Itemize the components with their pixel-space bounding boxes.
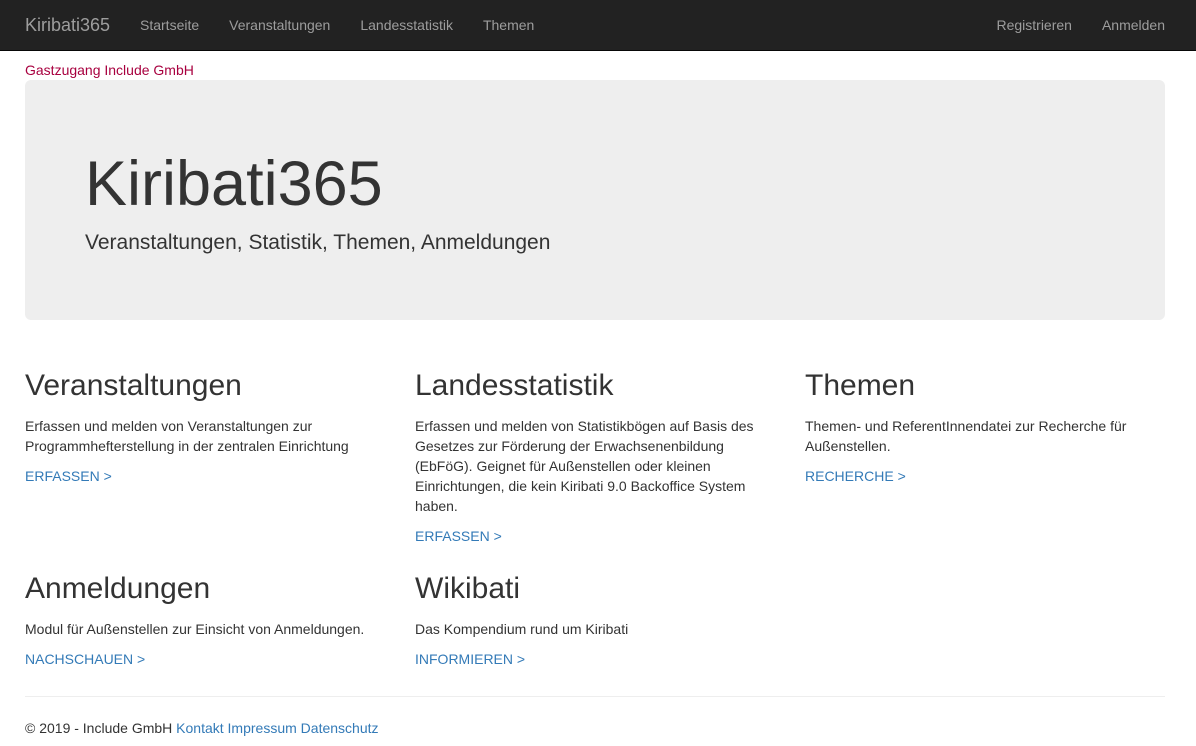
nav-item-startseite[interactable]: Startseite (140, 15, 199, 35)
jumbotron-subtitle: Veranstaltungen, Statistik, Themen, Anme… (85, 231, 551, 254)
footer: © 2019 - Include GmbH Kontakt Impressum … (25, 718, 379, 738)
nav-item-themen[interactable]: Themen (483, 15, 534, 35)
nav-left: Startseite Veranstaltungen Landesstatist… (140, 15, 564, 35)
card-text: Themen- und ReferentInnendatei zur Reche… (805, 418, 1127, 454)
card-wikibati: Wikibati Das Kompendium rund um Kiribati… (415, 571, 775, 669)
nav-right: Registrieren Anmelden (966, 15, 1165, 35)
card-title: Anmeldungen (25, 572, 211, 605)
nav-item-veranstaltungen[interactable]: Veranstaltungen (229, 15, 330, 35)
footer-link-datenschutz[interactable]: Datenschutz (301, 720, 379, 736)
nav-item-registrieren[interactable]: Registrieren (996, 15, 1071, 35)
jumbotron-title: Kiribati365 (85, 149, 383, 219)
brand-link[interactable]: Kiribati365 (25, 13, 110, 37)
card-text: Das Kompendium rund um Kiribati (415, 621, 629, 637)
jumbotron: Kiribati365 Veranstaltungen, Statistik, … (25, 80, 1165, 320)
footer-divider (25, 696, 1165, 697)
card-title: Wikibati (415, 572, 521, 605)
card-text: Erfassen und melden von Statistikbögen a… (415, 418, 754, 514)
recherche-link[interactable]: RECHERCHE > (805, 466, 906, 486)
footer-copyright: © 2019 - Include GmbH (25, 720, 173, 736)
footer-link-kontakt[interactable]: Kontakt (176, 720, 223, 736)
card-themen: Themen Themen- und ReferentInnendatei zu… (805, 368, 1165, 486)
erfassen-link-veranstaltungen[interactable]: ERFASSEN > (25, 466, 112, 486)
guest-access-label: Gastzugang Include GmbH (25, 62, 194, 78)
card-anmeldungen: Anmeldungen Modul für Außenstellen zur E… (25, 571, 385, 669)
card-title: Themen (805, 369, 916, 402)
informieren-link[interactable]: INFORMIEREN > (415, 649, 525, 669)
nachschauen-link[interactable]: NACHSCHAUEN > (25, 649, 145, 669)
card-title: Landesstatistik (415, 369, 614, 402)
erfassen-link-landesstatistik[interactable]: ERFASSEN > (415, 526, 502, 546)
nav-item-anmelden[interactable]: Anmelden (1102, 15, 1165, 35)
card-text: Modul für Außenstellen zur Einsicht von … (25, 621, 365, 637)
top-navbar: Kiribati365 Startseite Veranstaltungen L… (0, 0, 1196, 51)
card-text: Erfassen und melden von Veranstaltungen … (25, 418, 349, 454)
card-veranstaltungen: Veranstaltungen Erfassen und melden von … (25, 368, 385, 486)
footer-link-impressum[interactable]: Impressum (228, 720, 297, 736)
card-landesstatistik: Landesstatistik Erfassen und melden von … (415, 368, 770, 546)
card-title: Veranstaltungen (25, 369, 242, 402)
nav-item-landesstatistik[interactable]: Landesstatistik (360, 15, 453, 35)
